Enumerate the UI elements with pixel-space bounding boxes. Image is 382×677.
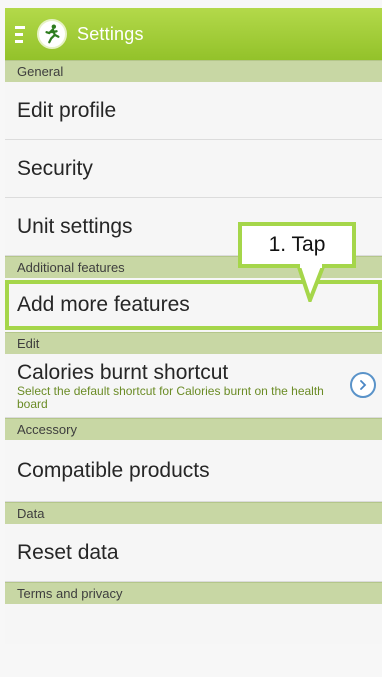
section-header-edit: Edit [5,332,382,354]
section-header-accessory: Accessory [5,418,382,440]
running-person-icon[interactable] [37,19,67,49]
screen: Settings General Edit profile Security U… [0,0,382,677]
calories-item-subtitle: Select the default shortcut for Calories… [17,383,324,411]
list-item-edit-profile[interactable]: Edit profile [5,82,382,140]
section-header-data: Data [5,502,382,524]
calories-item-title: Calories burnt shortcut [17,360,229,384]
callout-tail [296,264,326,302]
chevron-right-icon[interactable] [350,372,376,398]
settings-list: General Edit profile Security Unit setti… [5,60,382,644]
drawer-menu-icon[interactable] [15,25,29,43]
page-title: Settings [77,23,144,44]
section-header-terms-and-privacy: Terms and privacy [5,582,382,604]
list-item-reset-data[interactable]: Reset data [5,524,382,582]
list-item-calories-burnt-shortcut[interactable]: Calories burnt shortcut Select the defau… [5,354,382,418]
list-item-terms-placeholder[interactable] [5,604,382,644]
action-bar: Settings [5,8,382,60]
tap-callout: 1. Tap [238,222,356,268]
list-item-compatible-products[interactable]: Compatible products [5,440,382,502]
section-header-general: General [5,60,382,82]
list-item-security[interactable]: Security [5,140,382,198]
